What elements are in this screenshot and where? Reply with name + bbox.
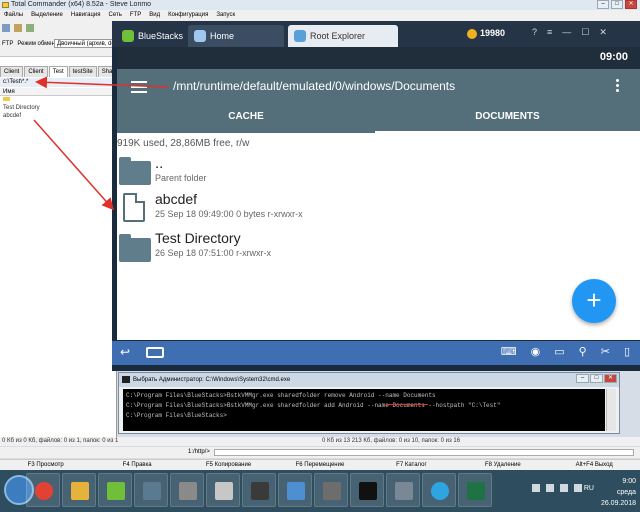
arrow-file: [33, 119, 114, 211]
annotation-arrows: [33, 76, 169, 211]
arrow-path: [35, 76, 169, 89]
